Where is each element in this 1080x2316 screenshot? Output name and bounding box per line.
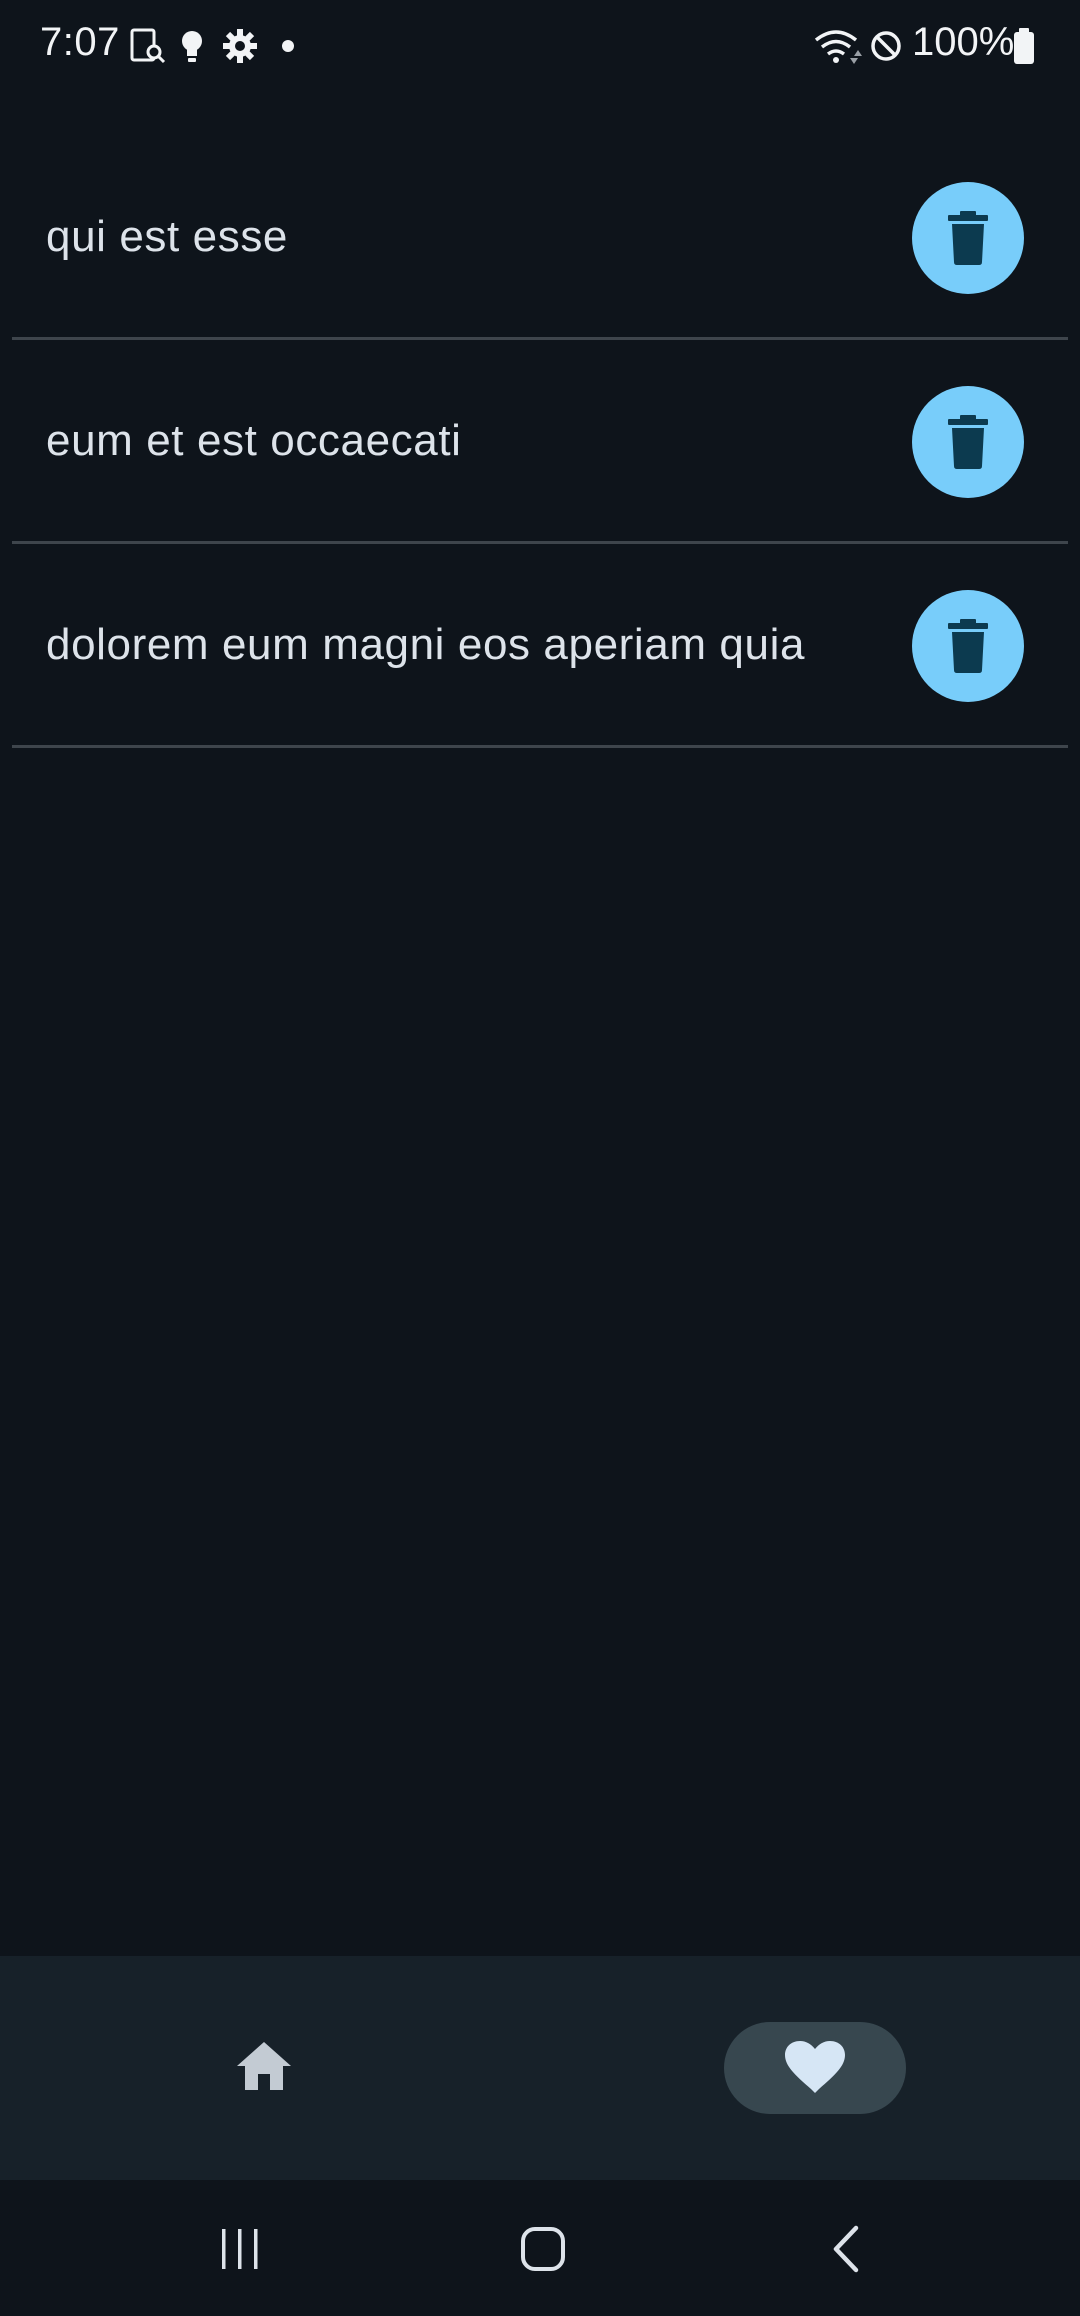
list-item[interactable]: dolorem eum magni eos aperiam quia	[12, 544, 1068, 748]
delete-button[interactable]	[912, 182, 1024, 294]
heart-icon	[785, 2041, 845, 2093]
list-item[interactable]: eum et est occaecati	[12, 340, 1068, 544]
wifi-icon	[814, 30, 862, 64]
do-not-disturb-icon	[871, 31, 901, 61]
status-time: 7:07	[40, 20, 120, 64]
trash-icon	[948, 619, 988, 673]
back-icon	[833, 2225, 859, 2273]
back-button[interactable]	[796, 2204, 896, 2294]
status-bar: 7:07 100%	[0, 0, 1080, 92]
home-outline-icon	[521, 2227, 565, 2271]
nav-home-button[interactable]	[204, 2030, 324, 2102]
list-item-title: eum et est occaecati	[46, 416, 462, 465]
trash-icon	[948, 415, 988, 469]
bottom-navigation	[0, 1956, 1080, 2180]
gear-icon	[223, 29, 257, 63]
delete-button[interactable]	[912, 590, 1024, 702]
nav-favorites-button[interactable]	[724, 2022, 906, 2114]
battery-percentage: 100%	[912, 20, 1015, 64]
screen: 7:07 100% qui est esse eum et est occaec…	[0, 0, 1080, 2316]
dot-icon	[282, 40, 294, 52]
list-item-title: qui est esse	[46, 212, 289, 261]
home-icon	[237, 2042, 291, 2090]
list-item[interactable]: qui est esse	[12, 136, 1068, 340]
system-navigation-bar	[0, 2180, 1080, 2316]
recent-apps-button[interactable]	[190, 2204, 290, 2294]
battery-icon	[1014, 28, 1034, 64]
recent-apps-icon	[222, 2229, 258, 2269]
list-item-title: dolorem eum magni eos aperiam quia	[46, 620, 806, 669]
trash-icon	[948, 211, 988, 265]
screenshot-search-icon	[130, 28, 166, 64]
home-system-button[interactable]	[493, 2204, 593, 2294]
lightbulb-icon	[182, 31, 202, 62]
delete-button[interactable]	[912, 386, 1024, 498]
post-list: qui est esse eum et est occaecati dolore…	[12, 136, 1068, 748]
